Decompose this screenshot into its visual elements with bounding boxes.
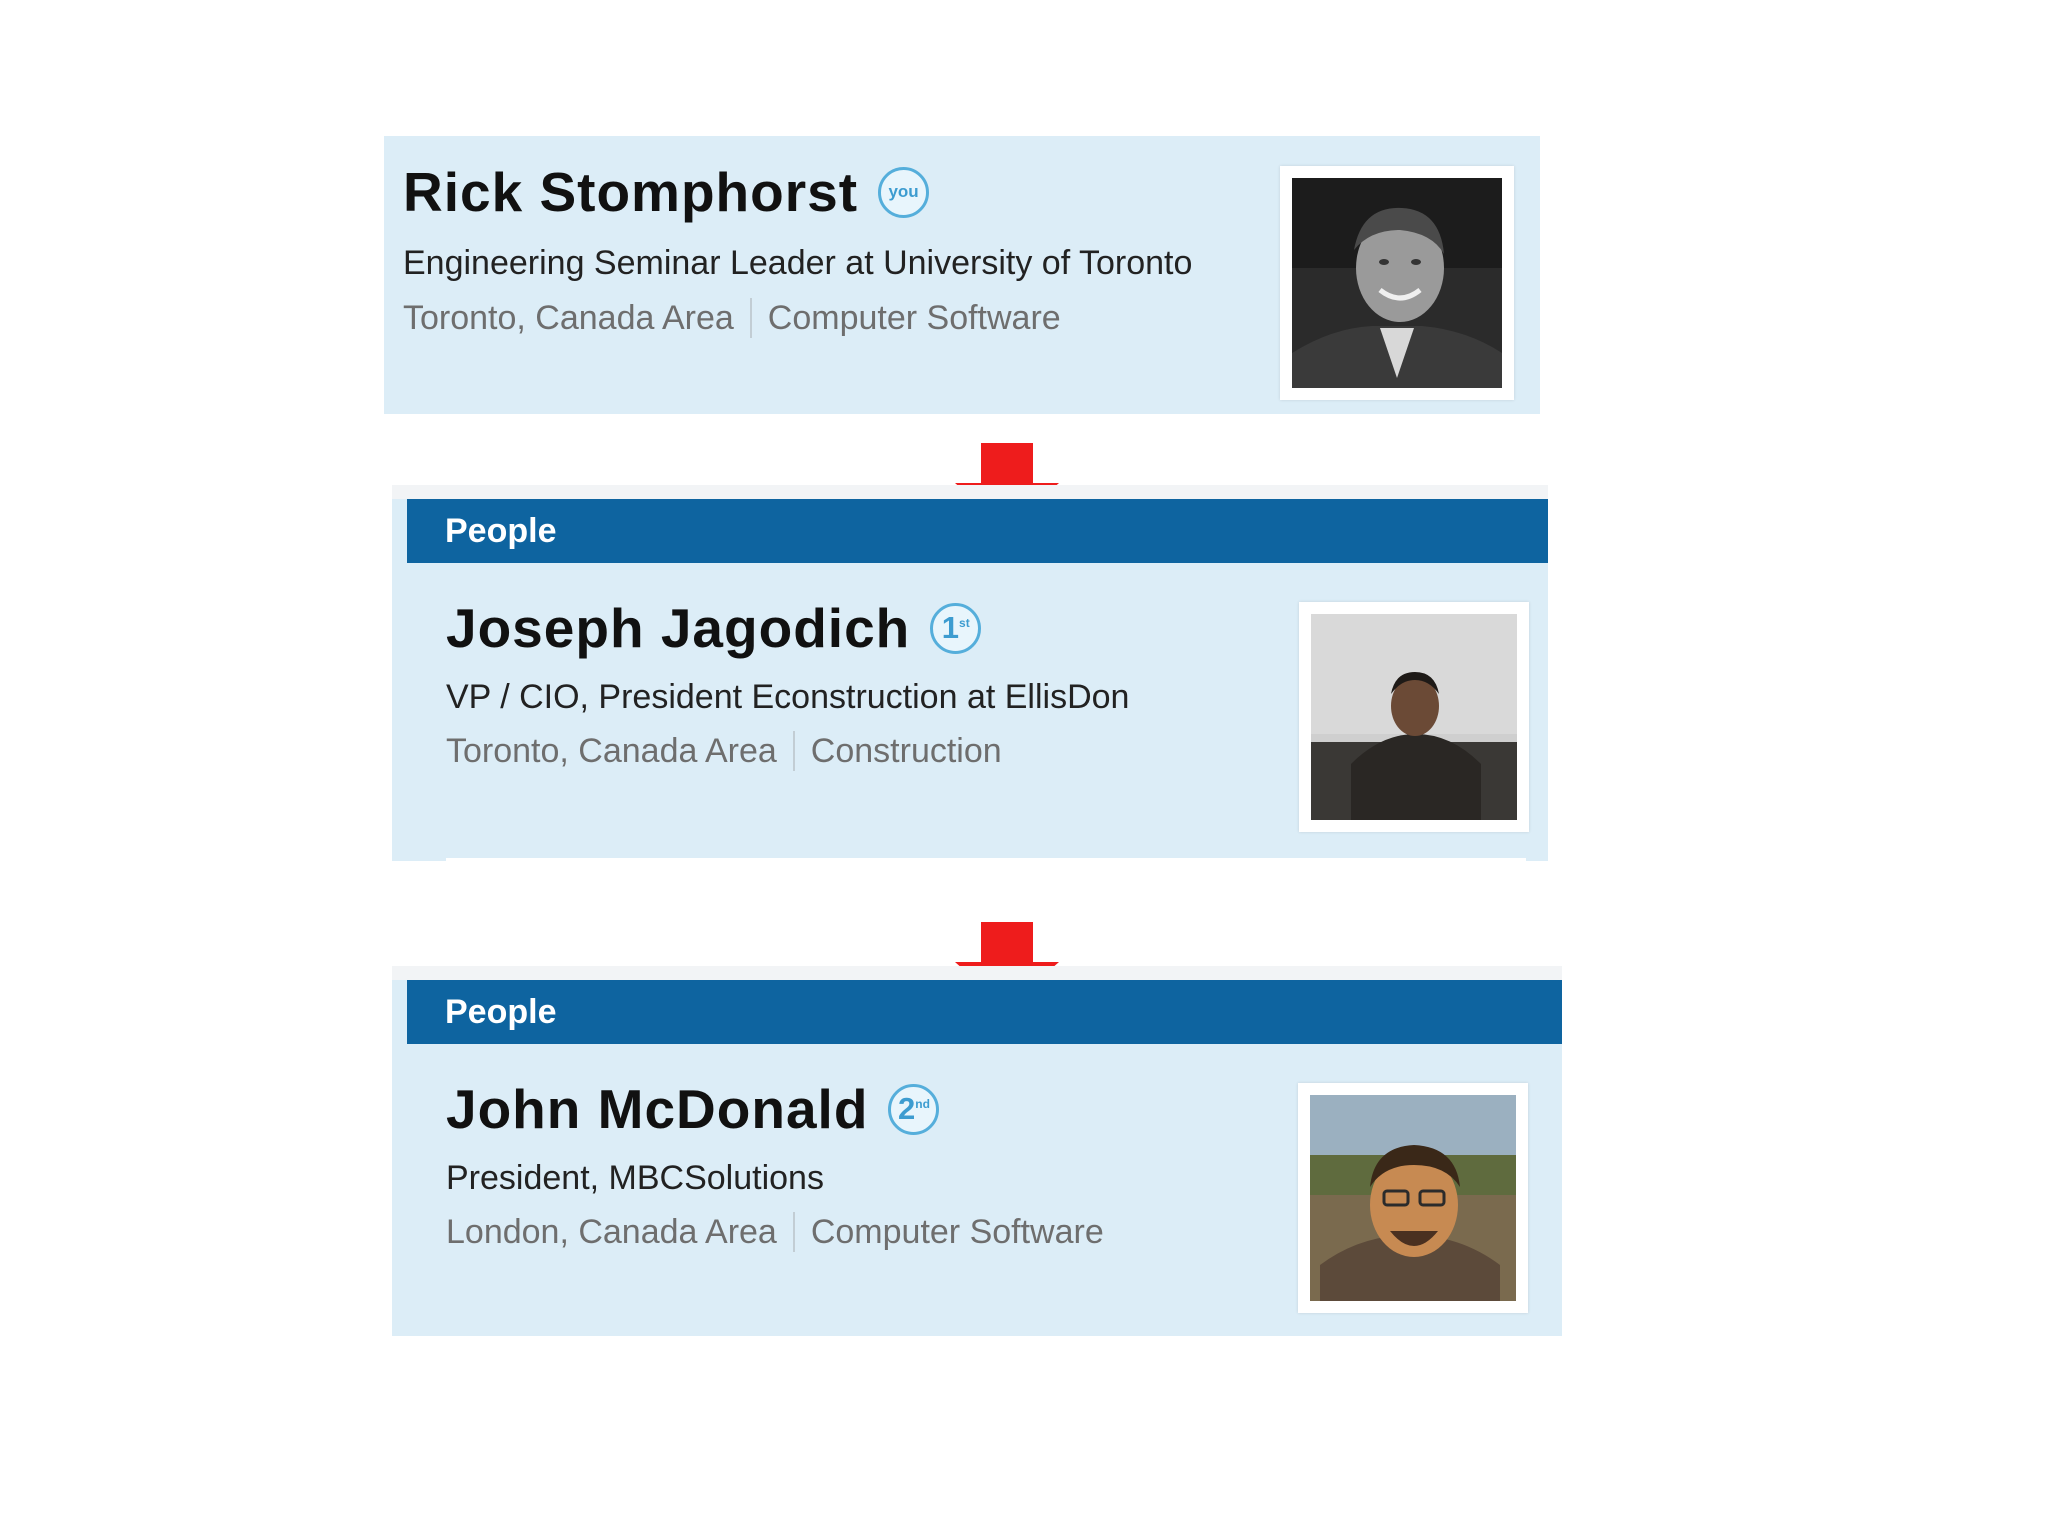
you-badge-icon: you [878, 166, 930, 218]
profile-meta: London, Canada Area Computer Software [446, 1212, 1104, 1252]
profile-headline: VP / CIO, President Econstruction at Ell… [446, 678, 1130, 716]
profile-location: Toronto, Canada Area [403, 298, 734, 337]
meta-divider [749, 298, 752, 338]
profile-industry: Computer Software [810, 1212, 1104, 1251]
profile-location: Toronto, Canada Area [446, 731, 777, 770]
section-shadow [392, 966, 1562, 980]
second-degree-icon: 2nd [888, 1083, 940, 1135]
profile-meta: Toronto, Canada Area Computer Software [403, 298, 1061, 338]
meta-divider [792, 1212, 795, 1252]
section-shadow [392, 485, 1548, 499]
profile-name-row: John McDonald 2nd [446, 1077, 940, 1141]
profile-name[interactable]: John McDonald [446, 1077, 868, 1141]
profile-name[interactable]: Joseph Jagodich [446, 596, 910, 660]
meta-divider [792, 731, 795, 771]
profile-photo-image [1310, 1095, 1516, 1301]
profile-meta: Toronto, Canada Area Construction [446, 731, 1002, 771]
profile-headline: President, MBCSolutions [446, 1159, 824, 1197]
profile-photo[interactable] [1299, 602, 1529, 832]
people-section-header: People [407, 499, 1548, 563]
profile-photo-image [1311, 614, 1517, 820]
first-degree-icon: 1st [930, 602, 982, 654]
profile-photo-image [1292, 178, 1502, 388]
profile-industry: Computer Software [767, 298, 1061, 337]
profile-name-row: Joseph Jagodich 1st [446, 596, 982, 660]
profile-photo[interactable] [1280, 166, 1514, 400]
profile-name-row: Rick Stomphorst you [403, 160, 930, 224]
profile-name[interactable]: Rick Stomphorst [403, 160, 858, 224]
profile-location: London, Canada Area [446, 1212, 777, 1251]
profile-headline: Engineering Seminar Leader at University… [403, 244, 1193, 282]
profile-industry: Construction [810, 731, 1002, 770]
card-footer-line [446, 858, 1526, 862]
profile-photo[interactable] [1298, 1083, 1528, 1313]
people-section-header: People [407, 980, 1562, 1044]
